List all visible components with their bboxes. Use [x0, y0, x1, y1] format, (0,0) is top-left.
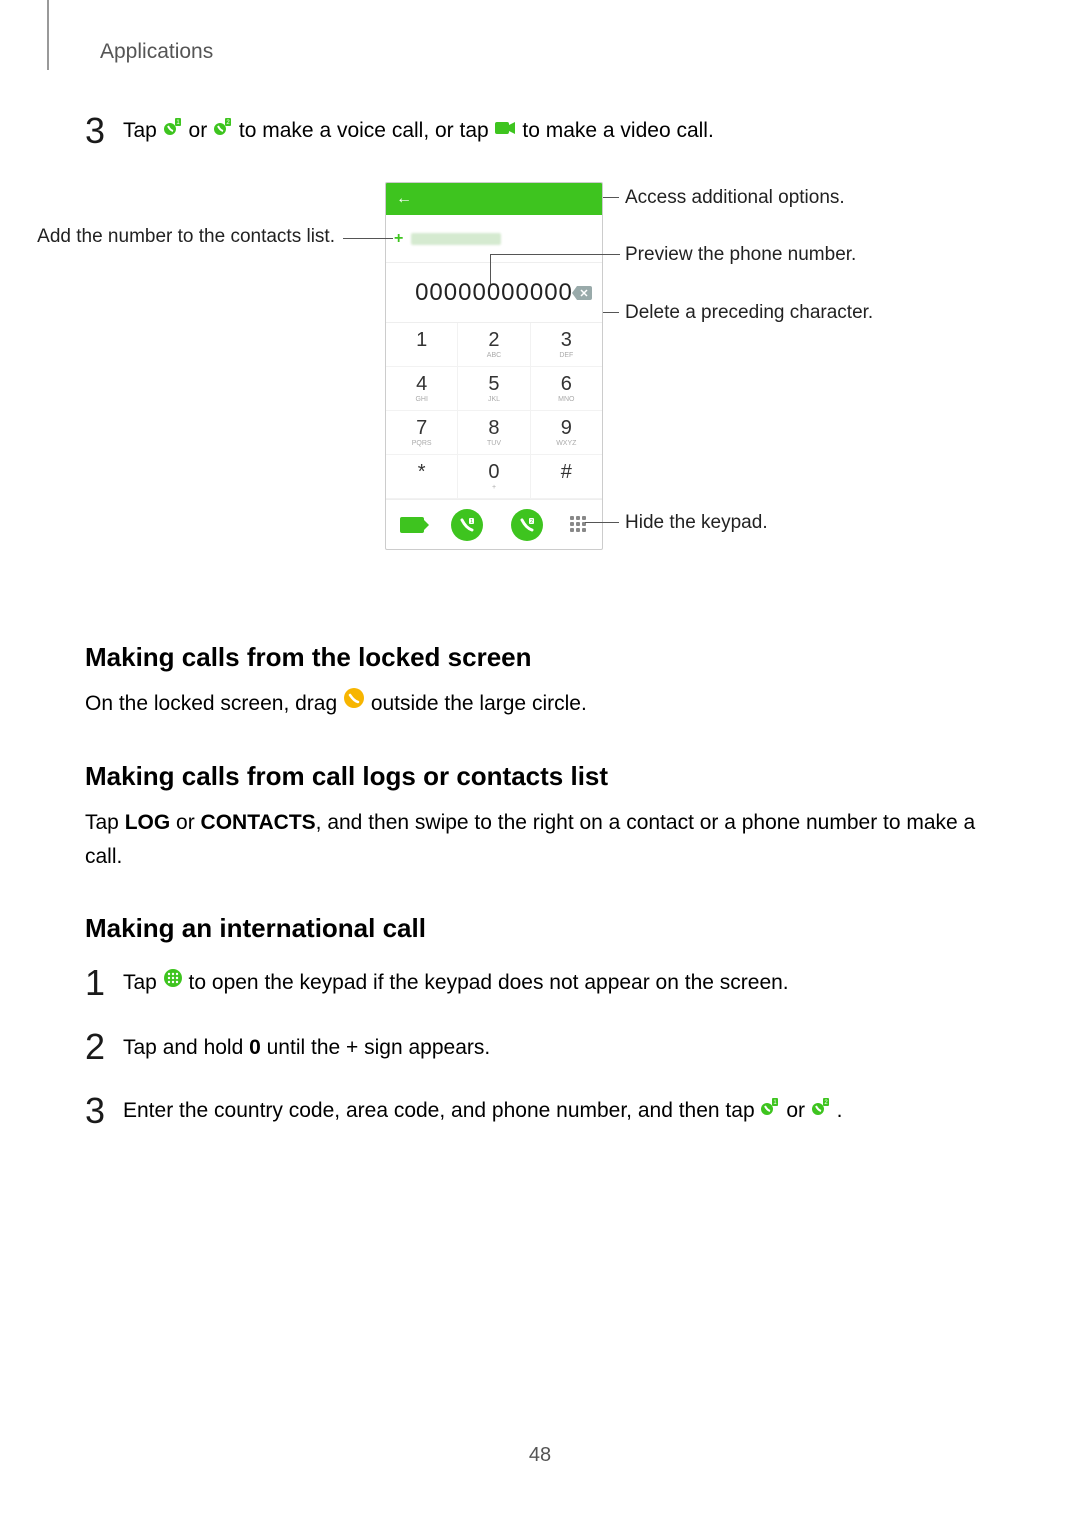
key-9[interactable]: 9WXYZ	[531, 411, 602, 455]
intl-step-1: 1 Tap to open the keypad if the keypad d…	[85, 962, 995, 1004]
log-label: LOG	[125, 811, 171, 834]
step-number: 3	[85, 110, 123, 152]
callout-delete: Delete a preceding character.	[625, 302, 873, 324]
page-header: Applications	[100, 40, 213, 64]
step-3-text: Tap 1 or 2 to make a voice call, or tap …	[123, 115, 714, 147]
video-call-button[interactable]	[400, 517, 424, 533]
key-2[interactable]: 2ABC	[458, 323, 530, 367]
step-text: Enter the country code, area code, and p…	[123, 1095, 843, 1127]
display-number-text: 00000000000	[415, 279, 573, 307]
number-display: 00000000000	[386, 263, 602, 323]
text: Enter the country code, area code, and p…	[123, 1099, 760, 1122]
para-locked: On the locked screen, drag outside the l…	[85, 687, 995, 721]
heading-logs: Making calls from call logs or contacts …	[85, 761, 995, 792]
key-5[interactable]: 5JKL	[458, 367, 530, 411]
text: or	[170, 811, 200, 834]
text: to open the keypad if the keypad does no…	[189, 971, 789, 994]
key-6[interactable]: 6MNO	[531, 367, 602, 411]
key-7[interactable]: 7PQRS	[386, 411, 458, 455]
step-text: Tap to open the keypad if the keypad doe…	[123, 967, 789, 999]
contacts-label: CONTACTS	[201, 811, 316, 834]
key-star[interactable]: *	[386, 455, 458, 499]
main-content: 3 Tap 1 or 2 to make a voice call, or ta…	[85, 110, 995, 1154]
dialer-figure: ← + 00000000000 1 2ABC 3DEF 4GHI 5JKL 6M…	[85, 182, 995, 602]
para-logs: Tap LOG or CONTACTS, and then swipe to t…	[85, 806, 995, 873]
text: .	[837, 1099, 843, 1122]
phone-drag-icon	[343, 686, 365, 720]
text: to make a voice call, or tap	[239, 119, 495, 142]
back-icon[interactable]: ←	[396, 190, 412, 208]
callout-hide: Hide the keypad.	[625, 512, 768, 534]
callout-options: Access additional options.	[625, 187, 845, 209]
callout-add-contacts: Add the number to the contacts list.	[15, 226, 335, 248]
key-3[interactable]: 3DEF	[531, 323, 602, 367]
step-number: 2	[85, 1026, 123, 1068]
text: or	[189, 119, 214, 142]
heading-intl: Making an international call	[85, 913, 995, 944]
header-rule	[47, 0, 49, 70]
leader-line	[343, 238, 393, 239]
add-contacts-label	[411, 233, 501, 245]
key-0[interactable]: 0+	[458, 455, 530, 499]
intl-step-2: 2 Tap and hold 0 until the + sign appear…	[85, 1026, 995, 1068]
leader-line	[585, 522, 619, 523]
step-number: 1	[85, 962, 123, 1004]
text: outside the large circle.	[371, 692, 587, 715]
leader-line	[490, 254, 620, 255]
call-sim1-button[interactable]: 1	[451, 509, 483, 541]
add-to-contacts-row[interactable]: +	[386, 215, 602, 263]
phone-sim1-icon: 1	[760, 1094, 780, 1126]
leader-line	[603, 312, 619, 313]
key-hash[interactable]: #	[531, 455, 602, 499]
call-sim2-button[interactable]: 2	[511, 509, 543, 541]
backspace-icon[interactable]	[572, 279, 592, 307]
heading-locked: Making calls from the locked screen	[85, 642, 995, 673]
text: or	[786, 1099, 811, 1122]
svg-text:1: 1	[470, 519, 473, 525]
statusbar: ←	[386, 183, 602, 215]
leader-line	[603, 197, 619, 198]
callout-preview: Preview the phone number.	[625, 244, 856, 266]
hide-keypad-button[interactable]	[570, 516, 588, 534]
phone-mock: ← + 00000000000 1 2ABC 3DEF 4GHI 5JKL 6M…	[385, 182, 603, 550]
plus-icon: +	[394, 230, 403, 248]
zero-key-label: 0	[249, 1036, 261, 1059]
text: Tap and hold	[123, 1036, 249, 1059]
key-4[interactable]: 4GHI	[386, 367, 458, 411]
step-3: 3 Tap 1 or 2 to make a voice call, or ta…	[85, 110, 995, 152]
video-call-icon	[495, 114, 517, 146]
key-1[interactable]: 1	[386, 323, 458, 367]
leader-line	[490, 254, 491, 284]
phone-sim1-icon: 1	[163, 114, 183, 146]
keypad-fab-icon	[163, 966, 183, 998]
text: Tap	[123, 119, 163, 142]
step-text: Tap and hold 0 until the + sign appears.	[123, 1032, 490, 1064]
text: to make a video call.	[522, 119, 713, 142]
text: Tap	[85, 811, 125, 834]
phone-sim2-icon: 2	[213, 114, 233, 146]
phone-sim2-icon: 2	[811, 1094, 831, 1126]
step-number: 3	[85, 1090, 123, 1132]
page-number: 48	[529, 1444, 551, 1467]
text: On the locked screen, drag	[85, 692, 343, 715]
intl-step-3: 3 Enter the country code, area code, and…	[85, 1090, 995, 1132]
svg-text:2: 2	[530, 519, 533, 525]
text: until the + sign appears.	[261, 1036, 490, 1059]
text: Tap	[123, 971, 163, 994]
actions-row: 1 2	[386, 499, 602, 549]
key-8[interactable]: 8TUV	[458, 411, 530, 455]
